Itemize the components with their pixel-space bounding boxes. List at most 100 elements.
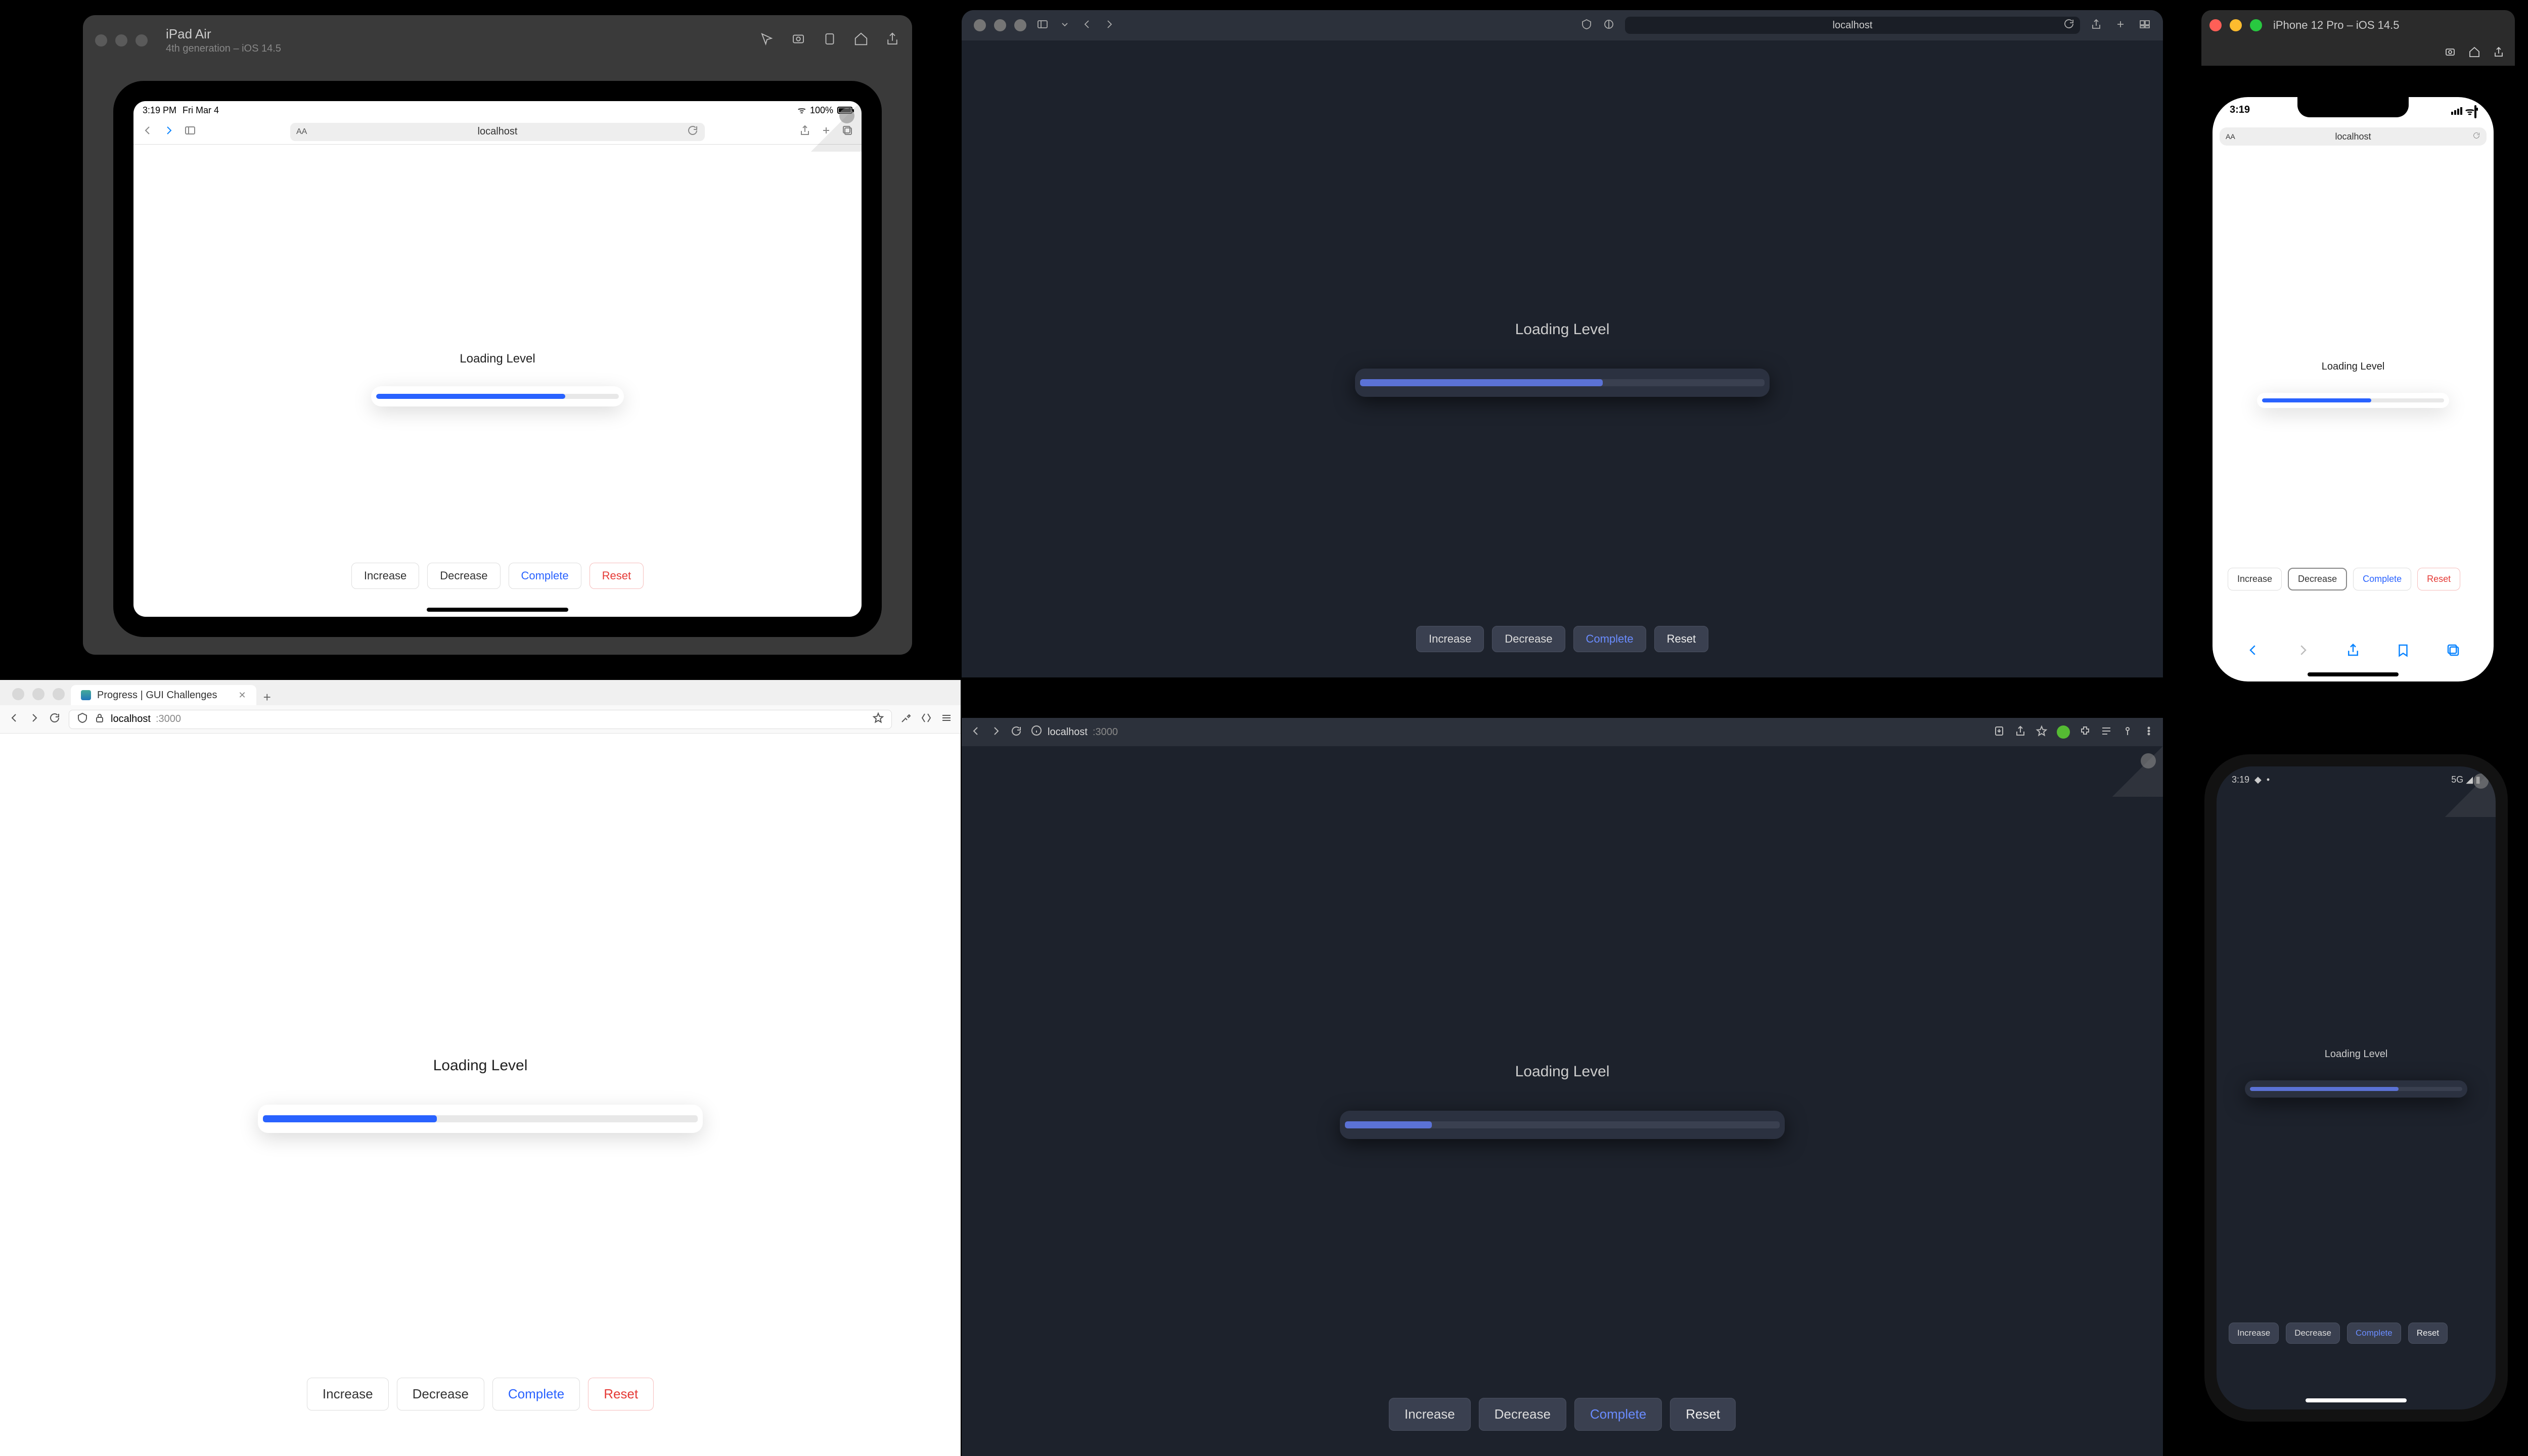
shield-icon[interactable] xyxy=(76,712,88,727)
devtools-icon[interactable] xyxy=(920,712,932,726)
window-minimize-icon[interactable] xyxy=(32,688,44,700)
complete-button[interactable]: Complete xyxy=(2353,568,2411,590)
reload-icon[interactable] xyxy=(1010,725,1022,740)
new-tab-button[interactable]: + xyxy=(256,690,278,705)
lock-icon[interactable] xyxy=(94,712,106,727)
reading-list-icon[interactable] xyxy=(2100,725,2112,740)
iphone-status-time: 3:19 xyxy=(2230,104,2250,118)
screenshot-icon[interactable] xyxy=(791,31,806,50)
nav-forward-icon[interactable] xyxy=(163,124,175,139)
sidebar-icon[interactable] xyxy=(184,124,196,139)
bookmark-star-icon[interactable] xyxy=(2036,725,2048,740)
complete-button[interactable]: Complete xyxy=(1573,626,1646,652)
nav-forward-icon[interactable] xyxy=(1103,18,1115,33)
tab-close-icon[interactable]: ✕ xyxy=(239,690,246,701)
window-close-icon[interactable] xyxy=(2209,19,2222,31)
share-icon[interactable] xyxy=(2493,46,2505,61)
complete-button[interactable]: Complete xyxy=(1574,1398,1662,1431)
window-close-icon[interactable] xyxy=(95,34,107,47)
decrease-button[interactable]: Decrease xyxy=(1479,1398,1566,1431)
share-icon[interactable] xyxy=(2014,725,2026,740)
share-icon[interactable] xyxy=(799,124,811,139)
window-minimize-icon[interactable] xyxy=(2230,19,2242,31)
complete-button[interactable]: Complete xyxy=(508,563,581,589)
increase-button[interactable]: Increase xyxy=(2228,568,2282,590)
screenshot-icon[interactable] xyxy=(2444,46,2456,61)
menu-dots-icon[interactable] xyxy=(2143,725,2155,740)
tabs-icon[interactable] xyxy=(2446,643,2461,660)
sidebar-icon[interactable] xyxy=(1036,18,1049,33)
window-zoom-icon[interactable] xyxy=(136,34,148,47)
nav-back-icon[interactable] xyxy=(1081,18,1093,33)
reset-button[interactable]: Reset xyxy=(2417,568,2460,590)
decrease-button[interactable]: Decrease xyxy=(2288,568,2347,590)
home-icon[interactable] xyxy=(853,31,869,50)
reset-button[interactable]: Reset xyxy=(1654,626,1708,652)
home-indicator[interactable] xyxy=(2308,672,2399,676)
reload-icon[interactable] xyxy=(49,712,61,726)
complete-button[interactable]: Complete xyxy=(2347,1323,2401,1344)
menu-icon[interactable] xyxy=(940,712,953,726)
eyedropper-icon[interactable] xyxy=(900,712,912,726)
firefox-url-field[interactable]: localhost:3000 xyxy=(69,710,892,729)
bookmark-star-icon[interactable] xyxy=(872,712,884,727)
decrease-button[interactable]: Decrease xyxy=(1492,626,1565,652)
reset-button[interactable]: Reset xyxy=(590,563,644,589)
reader-aa-icon[interactable]: AA xyxy=(2226,132,2235,141)
window-zoom-icon[interactable] xyxy=(1014,19,1026,31)
home-indicator[interactable] xyxy=(427,608,568,612)
reader-aa-icon[interactable]: AA xyxy=(296,127,307,136)
window-zoom-icon[interactable] xyxy=(53,688,65,700)
increase-button[interactable]: Increase xyxy=(2229,1323,2279,1344)
reload-icon[interactable] xyxy=(2063,18,2075,33)
nav-back-icon[interactable] xyxy=(2245,643,2261,660)
increase-button[interactable]: Increase xyxy=(1389,1398,1471,1431)
complete-button[interactable]: Complete xyxy=(492,1378,580,1410)
profile-avatar-icon[interactable] xyxy=(2057,725,2070,739)
nav-back-icon[interactable] xyxy=(142,124,154,139)
nav-back-icon[interactable] xyxy=(8,712,20,726)
decrease-button[interactable]: Decrease xyxy=(427,563,500,589)
android-nav-indicator[interactable] xyxy=(2306,1398,2407,1402)
window-minimize-icon[interactable] xyxy=(115,34,127,47)
browser-tab[interactable]: Progress | GUI Challenges ✕ xyxy=(71,685,256,705)
window-minimize-icon[interactable] xyxy=(994,19,1006,31)
home-icon[interactable] xyxy=(2468,46,2480,61)
decrease-button[interactable]: Decrease xyxy=(397,1378,484,1410)
increase-button[interactable]: Increase xyxy=(1416,626,1484,652)
decrease-button[interactable]: Decrease xyxy=(2286,1323,2340,1344)
iphone-url-field[interactable]: AA localhost xyxy=(2220,127,2487,146)
ipad-url-field[interactable]: AA localhost xyxy=(290,123,705,141)
bookmarks-icon[interactable] xyxy=(2396,643,2411,660)
reset-button[interactable]: Reset xyxy=(588,1378,654,1410)
reload-icon[interactable] xyxy=(687,124,699,140)
window-zoom-icon[interactable] xyxy=(2250,19,2262,31)
share-icon[interactable] xyxy=(2090,18,2102,33)
pointer-icon[interactable] xyxy=(759,31,775,50)
nav-forward-icon[interactable] xyxy=(2295,643,2311,660)
increase-button[interactable]: Increase xyxy=(351,563,419,589)
nav-forward-icon[interactable] xyxy=(990,725,1002,740)
reset-button[interactable]: Reset xyxy=(2408,1323,2448,1344)
increase-button[interactable]: Increase xyxy=(307,1378,389,1410)
tabs-icon[interactable] xyxy=(2139,18,2151,33)
appearance-icon[interactable] xyxy=(1603,18,1615,33)
nav-forward-icon[interactable] xyxy=(28,712,40,726)
reload-icon[interactable] xyxy=(2472,131,2480,142)
nav-back-icon[interactable] xyxy=(970,725,982,740)
share-icon[interactable] xyxy=(2345,643,2361,660)
assistant-icon[interactable] xyxy=(2121,725,2134,740)
info-icon[interactable] xyxy=(1030,724,1043,740)
chevron-down-icon[interactable] xyxy=(1059,18,1071,33)
share-icon[interactable] xyxy=(885,31,900,50)
extensions-icon[interactable] xyxy=(2079,725,2091,740)
new-tab-icon[interactable] xyxy=(2114,18,2127,33)
window-close-icon[interactable] xyxy=(12,688,24,700)
shield-icon[interactable] xyxy=(1581,18,1593,33)
rotate-icon[interactable] xyxy=(822,31,837,50)
window-close-icon[interactable] xyxy=(974,19,986,31)
safari-url-field[interactable]: localhost xyxy=(1625,17,2080,34)
install-icon[interactable] xyxy=(1993,725,2005,740)
reset-button[interactable]: Reset xyxy=(1670,1398,1736,1431)
chrome-url-field[interactable]: localhost:3000 xyxy=(1030,723,1985,741)
